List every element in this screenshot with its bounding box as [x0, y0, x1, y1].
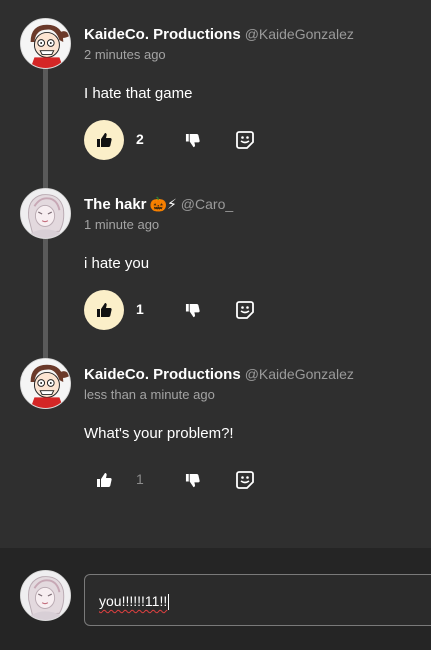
- comment-text: i hate you: [84, 255, 150, 272]
- dislike-button[interactable]: [182, 470, 202, 490]
- sketch-character-avatar-image: [21, 189, 70, 238]
- reply-input-value: you!!!!!!11!!: [99, 593, 168, 609]
- timestamp: 1 minute ago: [84, 217, 160, 232]
- comment-text: What's your problem?!: [84, 425, 234, 442]
- comment-actions: 1: [84, 290, 284, 330]
- timestamp: 2 minutes ago: [84, 47, 166, 62]
- thumbs-up-icon: [97, 473, 112, 487]
- comment-actions: 2: [84, 120, 284, 160]
- thumbs-down-icon: [185, 303, 200, 317]
- sketch-character-avatar-image: [21, 571, 70, 620]
- emoji-react-icon: [236, 471, 254, 489]
- author-handle[interactable]: @KaideGonzalez: [245, 366, 354, 382]
- comment-thread: KaideCo. Productions @KaideGonzalez 2 min…: [0, 0, 431, 548]
- comment-text: I hate that game: [84, 85, 193, 102]
- thumbs-up-icon: [97, 133, 112, 147]
- comment-actions: 1: [84, 460, 284, 500]
- timestamp: less than a minute ago: [84, 387, 215, 402]
- author-row: KaideCo. Productions @KaideGonzalez: [84, 24, 354, 45]
- comment-3: KaideCo. Productions @KaideGonzalez less …: [0, 358, 431, 508]
- author-handle[interactable]: @Caro_: [181, 196, 233, 212]
- cartoon-girl-avatar-image: [21, 19, 70, 68]
- author-emoji: 🎃⚡: [149, 196, 177, 212]
- text-caret: [168, 594, 170, 611]
- sketch-character-avatar: [20, 570, 71, 621]
- like-button[interactable]: [84, 460, 124, 500]
- cartoon-girl-avatar[interactable]: [20, 358, 71, 409]
- comment-1: KaideCo. Productions @KaideGonzalez 2 min…: [0, 18, 431, 168]
- like-count: 1: [136, 471, 144, 487]
- dislike-button[interactable]: [182, 300, 202, 320]
- cartoon-girl-avatar-image: [21, 359, 70, 408]
- react-button[interactable]: [234, 299, 256, 321]
- dislike-button[interactable]: [182, 130, 202, 150]
- author-name[interactable]: KaideCo. Productions: [84, 26, 241, 43]
- thumbs-down-icon: [185, 133, 200, 147]
- reply-composer: you!!!!!!11!!: [0, 548, 431, 650]
- react-button[interactable]: [234, 129, 256, 151]
- author-handle[interactable]: @KaideGonzalez: [245, 26, 354, 42]
- like-button[interactable]: [84, 290, 124, 330]
- thumbs-down-icon: [185, 473, 200, 487]
- emoji-react-icon: [236, 131, 254, 149]
- sketch-character-avatar[interactable]: [20, 188, 71, 239]
- emoji-react-icon: [236, 301, 254, 319]
- author-name[interactable]: KaideCo. Productions: [84, 366, 241, 383]
- author-row: The hakr 🎃⚡ @Caro_: [84, 194, 233, 215]
- like-count: 1: [136, 301, 144, 317]
- cartoon-girl-avatar[interactable]: [20, 18, 71, 69]
- react-button[interactable]: [234, 469, 256, 491]
- author-name[interactable]: The hakr: [84, 196, 147, 213]
- like-count: 2: [136, 131, 144, 147]
- comment-2: The hakr 🎃⚡ @Caro_ 1 minute ago i hate you…: [0, 188, 431, 338]
- thumbs-up-icon: [97, 303, 112, 317]
- reply-input[interactable]: you!!!!!!11!!: [84, 574, 431, 626]
- like-button[interactable]: [84, 120, 124, 160]
- author-row: KaideCo. Productions @KaideGonzalez: [84, 364, 354, 385]
